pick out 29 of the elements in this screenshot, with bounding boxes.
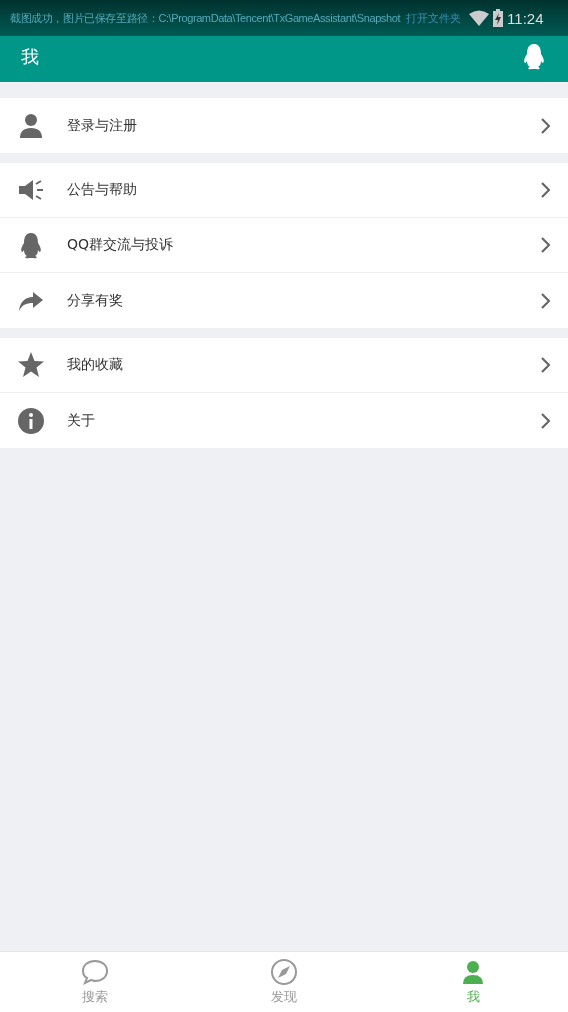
chevron-right-icon xyxy=(540,357,550,373)
menu-label: 我的收藏 xyxy=(67,356,124,374)
menu-label: 关于 xyxy=(67,411,96,430)
page-title: 我 xyxy=(21,45,39,69)
info-icon xyxy=(17,406,45,435)
battery-icon xyxy=(493,9,504,27)
penguin-icon[interactable] xyxy=(522,44,546,70)
menu-item[interactable]: 登录与注册 xyxy=(0,98,568,153)
menu-label: 公告与帮助 xyxy=(67,181,138,199)
menu-label: 分享有奖 xyxy=(67,291,124,310)
menu-item[interactable]: 分享有奖 xyxy=(0,273,568,328)
person-icon xyxy=(17,111,45,140)
wifi-icon xyxy=(469,10,490,26)
chat-bubble-icon xyxy=(80,958,109,986)
menu-label: QQ群交流与投诉 xyxy=(67,236,175,254)
toast-message: 截图成功，图片已保存至路径：C:\ProgramData\Tencent\TxGameAssistant\Snapshot xyxy=(10,10,401,26)
menu-item[interactable]: 公告与帮助 xyxy=(0,163,568,218)
star-icon xyxy=(17,351,45,379)
menu-item[interactable]: QQ群交流与投诉 xyxy=(0,218,568,273)
chevron-right-icon xyxy=(540,412,550,429)
chevron-right-icon xyxy=(540,292,550,309)
chevron-right-icon xyxy=(540,117,550,134)
chevron-right-icon xyxy=(540,182,550,198)
clock: 11:24 xyxy=(507,9,544,27)
menu-item[interactable]: 我的收藏 xyxy=(0,338,568,393)
chevron-right-icon xyxy=(540,237,550,253)
menu-item[interactable]: 关于 xyxy=(0,393,568,448)
menu-label: 登录与注册 xyxy=(67,116,138,135)
compass-icon xyxy=(270,958,298,986)
